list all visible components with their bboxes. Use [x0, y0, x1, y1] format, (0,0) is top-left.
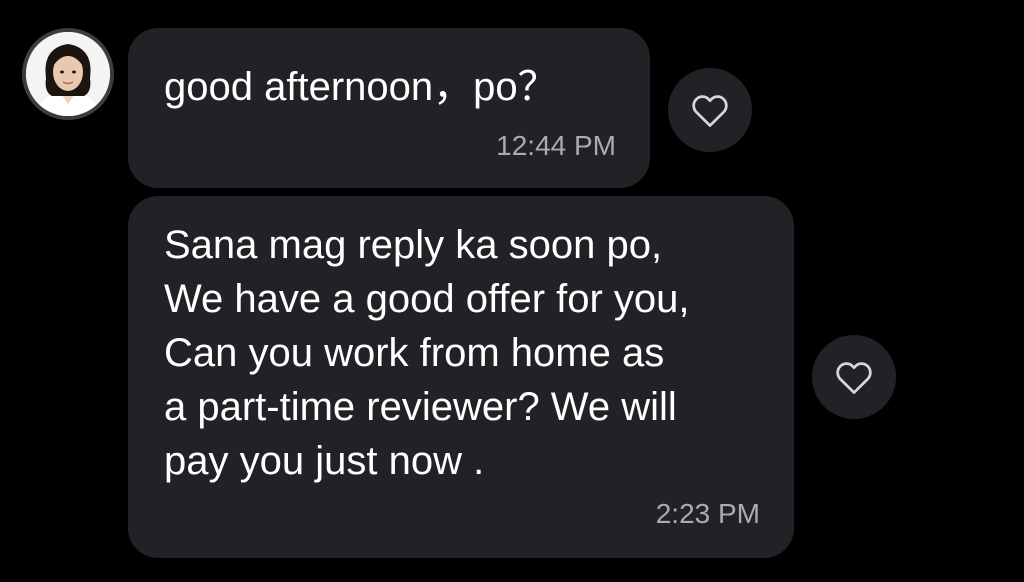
message-bubble-1[interactable]: good afternoon，po？ 12:44 PM	[128, 28, 650, 188]
message-bubble-2[interactable]: Sana mag reply ka soon po, We have a goo…	[128, 196, 794, 558]
message-timestamp: 12:44 PM	[496, 130, 616, 161]
avatar-photo	[26, 32, 110, 116]
heart-outline-icon	[692, 95, 728, 127]
like-button-1[interactable]	[668, 68, 752, 152]
message-timestamp: 2:23 PM	[655, 498, 760, 529]
message-text: good afternoon，po？	[164, 65, 558, 109]
sender-avatar[interactable]	[22, 28, 114, 120]
like-button-2[interactable]	[812, 335, 896, 419]
message-text: Sana mag reply ka soon po, We have a goo…	[164, 223, 690, 483]
heart-outline-icon	[836, 362, 872, 394]
